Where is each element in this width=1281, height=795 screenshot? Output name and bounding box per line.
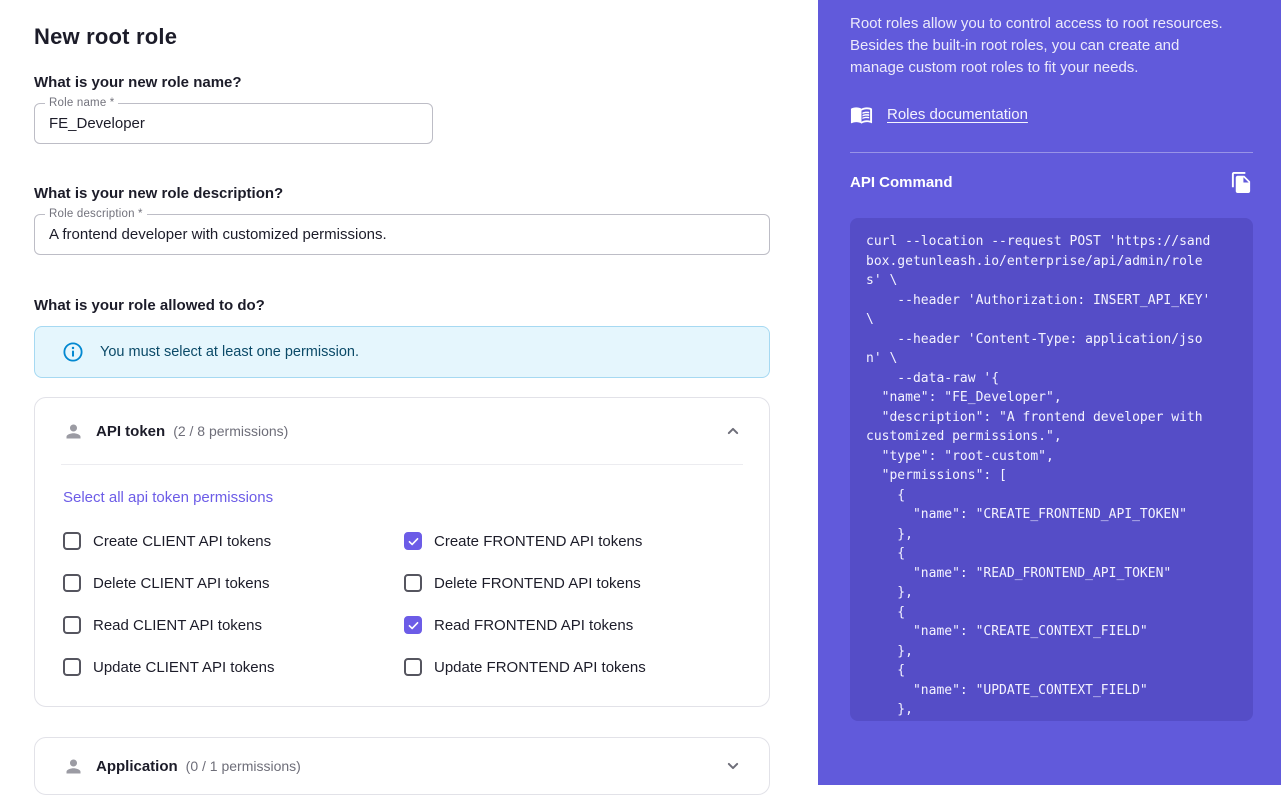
alert-text: You must select at least one permission.	[100, 344, 359, 360]
checkbox-label: Create CLIENT API tokens	[93, 533, 271, 550]
api-command-code-block: curl --location --request POST 'https://…	[850, 218, 1253, 721]
api-token-accordion-header[interactable]: API token (2 / 8 permissions)	[35, 398, 769, 464]
chevron-up-icon[interactable]	[723, 421, 743, 441]
checkbox[interactable]	[404, 532, 422, 550]
select-all-api-token-permissions-link[interactable]: Select all api token permissions	[63, 489, 273, 506]
checkbox[interactable]	[63, 658, 81, 676]
new-root-role-page: New root role What is your new role name…	[0, 0, 1281, 785]
api-command-title: API Command	[850, 174, 953, 191]
permission-group-api-token: API token (2 / 8 permissions) Select all…	[34, 397, 770, 707]
info-icon	[62, 341, 84, 363]
checkbox-label: Update CLIENT API tokens	[93, 659, 275, 676]
application-accordion-header[interactable]: Application (0 / 1 permissions)	[35, 738, 769, 794]
role-permissions-question: What is your role allowed to do?	[34, 297, 784, 314]
docs-link-row: Roles documentation	[850, 103, 1253, 126]
checkbox-label: Delete CLIENT API tokens	[93, 575, 269, 592]
permission-checkbox-read-frontend-api-tokens[interactable]: Read FRONTEND API tokens	[404, 616, 741, 634]
group-permission-count: (2 / 8 permissions)	[173, 423, 288, 439]
role-description-question: What is your new role description?	[34, 185, 784, 202]
role-description-field: Role description *	[34, 214, 770, 255]
group-title: Application	[96, 758, 178, 775]
role-name-field: Role name *	[34, 103, 433, 144]
permission-group-application: Application (0 / 1 permissions)	[34, 737, 770, 795]
checkbox-label: Read CLIENT API tokens	[93, 617, 262, 634]
roles-documentation-link[interactable]: Roles documentation	[887, 106, 1028, 123]
permission-checkbox-delete-client-api-tokens[interactable]: Delete CLIENT API tokens	[63, 574, 404, 592]
api-token-permissions-grid: Create CLIENT API tokens Create FRONTEND…	[63, 532, 741, 676]
sidebar-divider	[850, 152, 1253, 153]
copy-icon	[1230, 171, 1253, 194]
checkbox-label: Update FRONTEND API tokens	[434, 659, 646, 676]
checkbox[interactable]	[63, 532, 81, 550]
person-icon	[63, 756, 84, 777]
help-sidebar: Root roles allow you to control access t…	[818, 0, 1281, 785]
permission-checkbox-create-client-api-tokens[interactable]: Create CLIENT API tokens	[63, 532, 404, 550]
checkbox[interactable]	[404, 658, 422, 676]
group-title: API token	[96, 423, 165, 440]
checkbox[interactable]	[404, 574, 422, 592]
api-command-row: API Command	[850, 171, 1253, 194]
person-icon	[63, 421, 84, 442]
card-divider	[61, 464, 743, 465]
role-name-input[interactable]	[49, 115, 418, 132]
checkbox[interactable]	[404, 616, 422, 634]
role-name-field-label: Role name *	[45, 97, 118, 109]
role-form-pane: New root role What is your new role name…	[0, 0, 818, 785]
permission-checkbox-read-client-api-tokens[interactable]: Read CLIENT API tokens	[63, 616, 404, 634]
permissions-info-alert: You must select at least one permission.	[34, 326, 770, 378]
root-roles-description: Root roles allow you to control access t…	[850, 13, 1232, 79]
permission-checkbox-delete-frontend-api-tokens[interactable]: Delete FRONTEND API tokens	[404, 574, 741, 592]
permission-checkbox-update-frontend-api-tokens[interactable]: Update FRONTEND API tokens	[404, 658, 741, 676]
checkmark-icon	[407, 619, 420, 632]
checkbox-label: Create FRONTEND API tokens	[434, 533, 642, 550]
role-description-field-label: Role description *	[45, 208, 147, 220]
checkbox-label: Delete FRONTEND API tokens	[434, 575, 641, 592]
curl-command: curl --location --request POST 'https://…	[866, 232, 1237, 720]
group-permission-count: (0 / 1 permissions)	[186, 758, 301, 774]
checkbox[interactable]	[63, 574, 81, 592]
checkmark-icon	[407, 535, 420, 548]
role-description-input[interactable]	[49, 226, 755, 243]
book-icon	[850, 103, 873, 126]
permission-checkbox-create-frontend-api-tokens[interactable]: Create FRONTEND API tokens	[404, 532, 741, 550]
copy-button[interactable]	[1230, 171, 1253, 194]
role-name-question: What is your new role name?	[34, 74, 784, 91]
page-title: New root role	[34, 24, 784, 50]
checkbox[interactable]	[63, 616, 81, 634]
checkbox-label: Read FRONTEND API tokens	[434, 617, 633, 634]
chevron-down-icon[interactable]	[723, 756, 743, 776]
permission-checkbox-update-client-api-tokens[interactable]: Update CLIENT API tokens	[63, 658, 404, 676]
